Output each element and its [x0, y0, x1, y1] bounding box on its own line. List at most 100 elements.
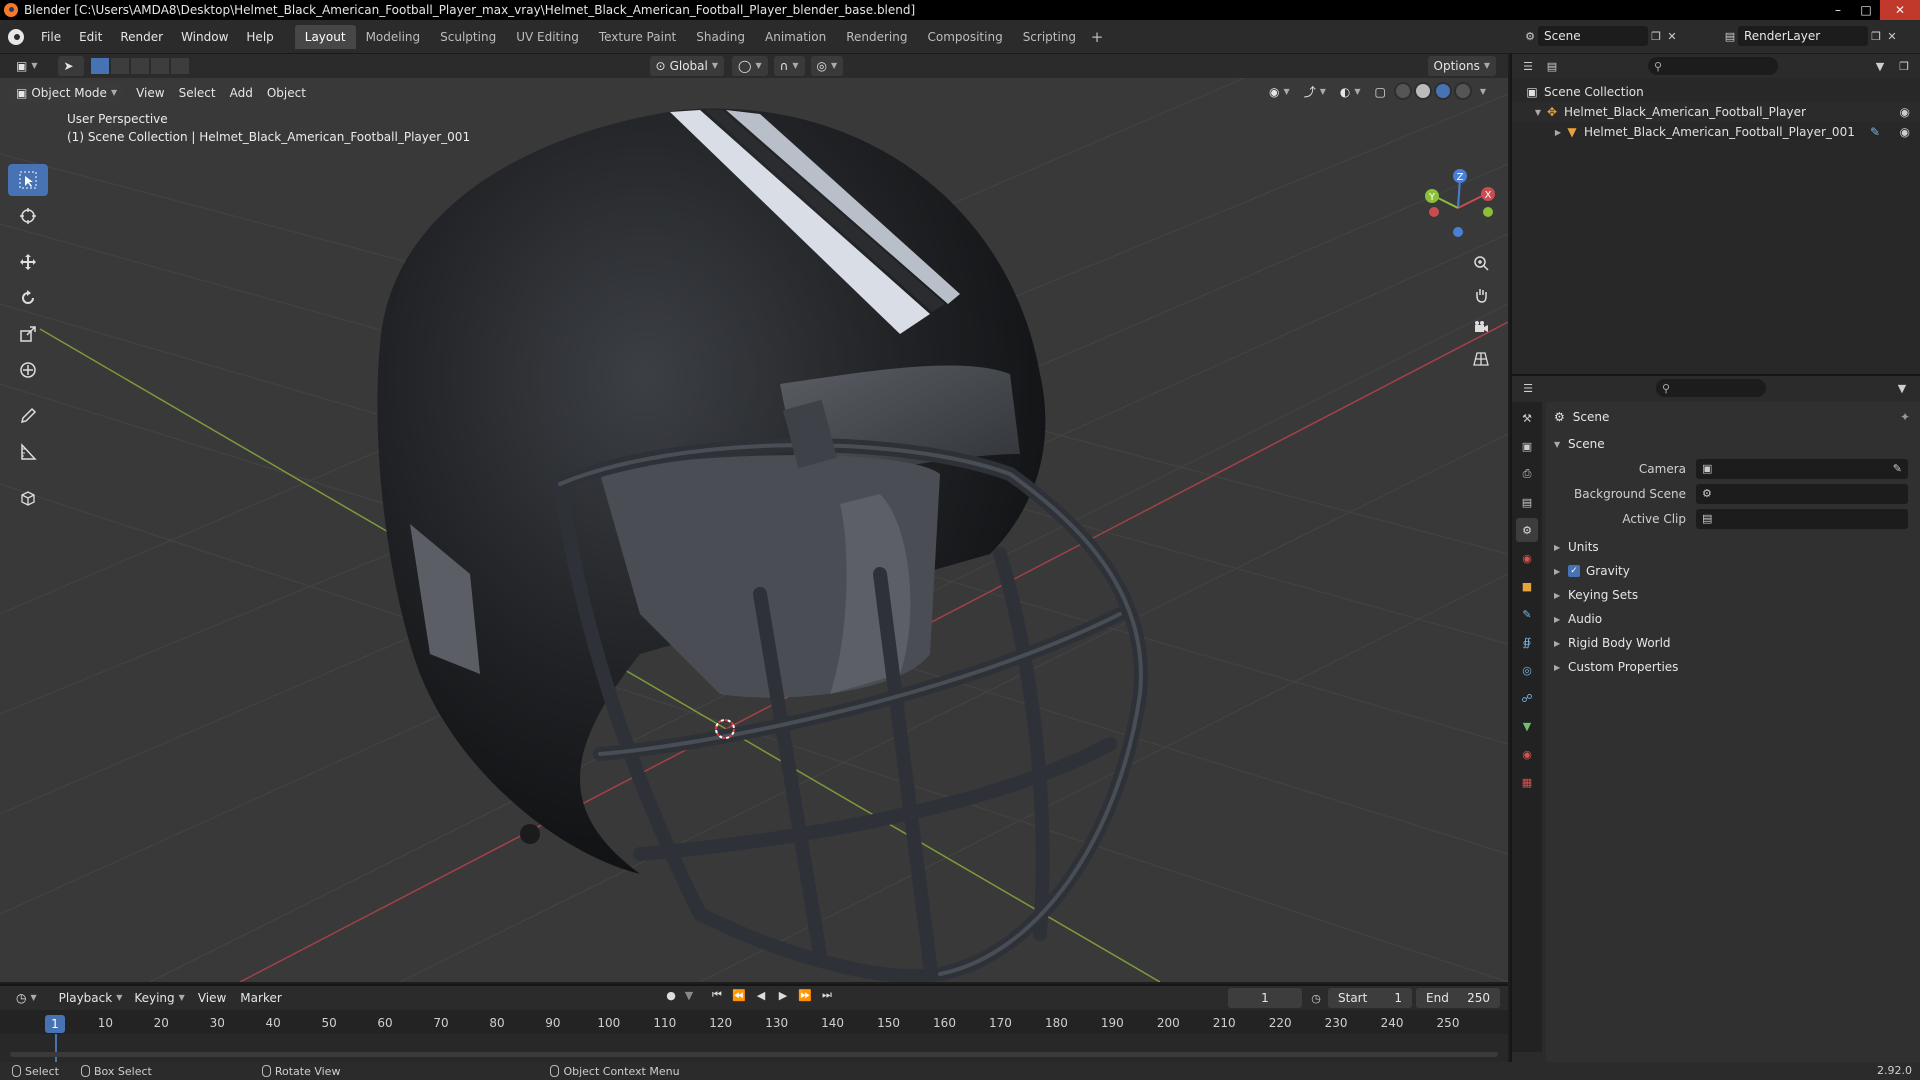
- zoom-icon[interactable]: [1468, 250, 1494, 276]
- jump-keyframe-forward-icon[interactable]: ⏩: [796, 989, 814, 1002]
- renderlayer-icon[interactable]: ▤: [1722, 28, 1738, 44]
- snap-toggle[interactable]: ∩ ▼: [773, 56, 805, 76]
- neg-x-axis-handle[interactable]: [1429, 207, 1439, 217]
- gravity-panel-header[interactable]: ▶ ✓ Gravity: [1546, 559, 1920, 583]
- rotate-tool[interactable]: [8, 282, 48, 314]
- scene-name-field[interactable]: Scene: [1538, 26, 1648, 46]
- transform-orientation-dropdown[interactable]: ⊙ Global ▼: [649, 56, 724, 76]
- xray-toggle[interactable]: ▢: [1369, 82, 1392, 102]
- keying-sets-panel-header[interactable]: ▶ Keying Sets: [1546, 583, 1920, 607]
- select-menu[interactable]: Select: [172, 83, 223, 103]
- tab-modeling[interactable]: Modeling: [356, 25, 431, 49]
- select-intersect-mode[interactable]: [169, 57, 190, 75]
- 3d-viewport[interactable]: User Perspective (1) Scene Collection | …: [0, 54, 1508, 982]
- properties-options-icon[interactable]: ▼: [1894, 380, 1910, 396]
- transform-tool[interactable]: [8, 354, 48, 386]
- camera-view-icon[interactable]: [1468, 314, 1494, 340]
- tab-rendering[interactable]: Rendering: [836, 25, 917, 49]
- material-preview-button[interactable]: [1433, 82, 1452, 100]
- modifier-tab-icon[interactable]: ✎: [1516, 602, 1538, 626]
- add-cube-tool[interactable]: [8, 482, 48, 514]
- tab-animation[interactable]: Animation: [755, 25, 836, 49]
- tab-compositing[interactable]: Compositing: [917, 25, 1012, 49]
- select-box-tool[interactable]: [8, 164, 48, 196]
- outliner-row-scene-collection[interactable]: ▣ Scene Collection: [1512, 82, 1920, 102]
- properties-editor-icon[interactable]: ☰: [1520, 380, 1536, 396]
- outliner-editor-icon[interactable]: ☰: [1520, 58, 1536, 74]
- display-mode-icon[interactable]: ▤: [1544, 58, 1560, 74]
- select-subtract-mode[interactable]: [129, 57, 150, 75]
- camera-field[interactable]: ▣ ✎: [1696, 458, 1908, 479]
- renderlayer-name-field[interactable]: RenderLayer: [1738, 26, 1868, 46]
- new-scene-icon[interactable]: ❐: [1648, 28, 1664, 44]
- neg-z-axis-handle[interactable]: [1453, 227, 1463, 237]
- new-collection-icon[interactable]: ❐: [1896, 58, 1912, 74]
- move-tool[interactable]: [8, 246, 48, 278]
- timeline-ruler[interactable]: 1 10 20 30 40 50 60 70 80 90 100 110 120 130 140 150 160…: [0, 1012, 1508, 1034]
- maximize-button[interactable]: □: [1852, 0, 1880, 20]
- rendered-shading-button[interactable]: [1453, 82, 1472, 100]
- solid-shading-button[interactable]: [1413, 82, 1432, 100]
- playback-menu[interactable]: Playback ▼: [53, 988, 129, 1008]
- expand-triangle-icon[interactable]: ▶: [1552, 128, 1564, 137]
- audio-panel-header[interactable]: ▶ Audio: [1546, 607, 1920, 631]
- properties-search-input[interactable]: ⚲: [1656, 379, 1766, 397]
- current-frame-field[interactable]: 1: [1228, 988, 1302, 1008]
- scale-tool[interactable]: [8, 318, 48, 350]
- units-panel-header[interactable]: ▶ Units: [1546, 535, 1920, 559]
- proportional-edit-toggle[interactable]: ◎ ▼: [810, 56, 844, 76]
- preview-range-clock-icon[interactable]: ◷: [1308, 990, 1324, 1006]
- menu-file[interactable]: File: [32, 26, 70, 48]
- timeline-track-area[interactable]: [0, 1034, 1508, 1062]
- jump-keyframe-back-icon[interactable]: ⏪: [730, 989, 748, 1002]
- jump-start-icon[interactable]: ⏮: [708, 988, 726, 1002]
- tab-layout[interactable]: Layout: [294, 24, 356, 49]
- add-workspace-button[interactable]: +: [1086, 25, 1108, 49]
- visibility-eye-icon[interactable]: ◉: [1900, 125, 1910, 139]
- visibility-dropdown[interactable]: ◉ ▼: [1263, 82, 1296, 102]
- current-frame-marker[interactable]: 1: [45, 1015, 65, 1033]
- select-extend-mode[interactable]: [109, 57, 130, 75]
- pan-hand-icon[interactable]: [1468, 282, 1494, 308]
- delete-scene-icon[interactable]: ✕: [1664, 28, 1680, 44]
- football-helmet-model[interactable]: [377, 108, 1148, 982]
- outliner-row-helmet-collection[interactable]: ▼ ✥ Helmet_Black_American_Football_Playe…: [1512, 102, 1920, 122]
- modifier-wrench-icon[interactable]: ✎: [1870, 125, 1880, 139]
- world-tab-icon[interactable]: ◉: [1516, 546, 1538, 570]
- physics-tab-icon[interactable]: ◎: [1516, 658, 1538, 682]
- custom-properties-panel-header[interactable]: ▶ Custom Properties: [1546, 655, 1920, 679]
- select-invert-mode[interactable]: [149, 57, 170, 75]
- constraints-tab-icon[interactable]: ☍: [1516, 686, 1538, 710]
- object-menu[interactable]: Object: [260, 83, 313, 103]
- scene-tab-icon[interactable]: ⚙: [1516, 518, 1538, 542]
- particles-tab-icon[interactable]: ∯: [1516, 630, 1538, 654]
- tab-shading[interactable]: Shading: [686, 25, 755, 49]
- timeline-scrollbar[interactable]: [10, 1052, 1498, 1057]
- perspective-toggle-icon[interactable]: [1468, 346, 1494, 372]
- delete-renderlayer-icon[interactable]: ✕: [1884, 28, 1900, 44]
- outliner-row-helmet-mesh[interactable]: ▶ ▼ Helmet_Black_American_Football_Playe…: [1512, 122, 1920, 142]
- start-frame-field[interactable]: Start 1: [1328, 988, 1412, 1008]
- object-mode-dropdown[interactable]: ▣ Object Mode ▼: [10, 83, 124, 103]
- eyedropper-icon[interactable]: ✎: [1893, 462, 1902, 475]
- record-options-icon[interactable]: ▼: [684, 989, 694, 1002]
- material-tab-icon[interactable]: ◉: [1516, 742, 1538, 766]
- timeline-view-menu[interactable]: View: [191, 988, 233, 1008]
- marker-menu[interactable]: Marker: [233, 988, 288, 1008]
- timeline-editor-type[interactable]: ◷ ▼: [10, 988, 43, 1008]
- play-reverse-icon[interactable]: ◀: [752, 989, 770, 1002]
- object-tab-icon[interactable]: ■: [1516, 574, 1538, 598]
- gravity-checkbox[interactable]: ✓: [1568, 565, 1580, 577]
- close-button[interactable]: ✕: [1880, 0, 1920, 20]
- menu-edit[interactable]: Edit: [70, 26, 111, 48]
- play-icon[interactable]: ▶: [774, 989, 792, 1002]
- overlay-toggle[interactable]: ◐ ▼: [1334, 82, 1367, 102]
- background-scene-field[interactable]: ⚙: [1696, 483, 1908, 504]
- editor-type-selector[interactable]: ▣ ▼: [10, 56, 44, 76]
- menu-render[interactable]: Render: [111, 26, 172, 48]
- wireframe-shading-button[interactable]: [1393, 82, 1412, 100]
- menu-help[interactable]: Help: [237, 26, 282, 48]
- shading-options-dropdown[interactable]: ▼: [1474, 82, 1492, 102]
- annotate-tool[interactable]: [8, 400, 48, 432]
- output-tab-icon[interactable]: ⎙: [1516, 462, 1538, 486]
